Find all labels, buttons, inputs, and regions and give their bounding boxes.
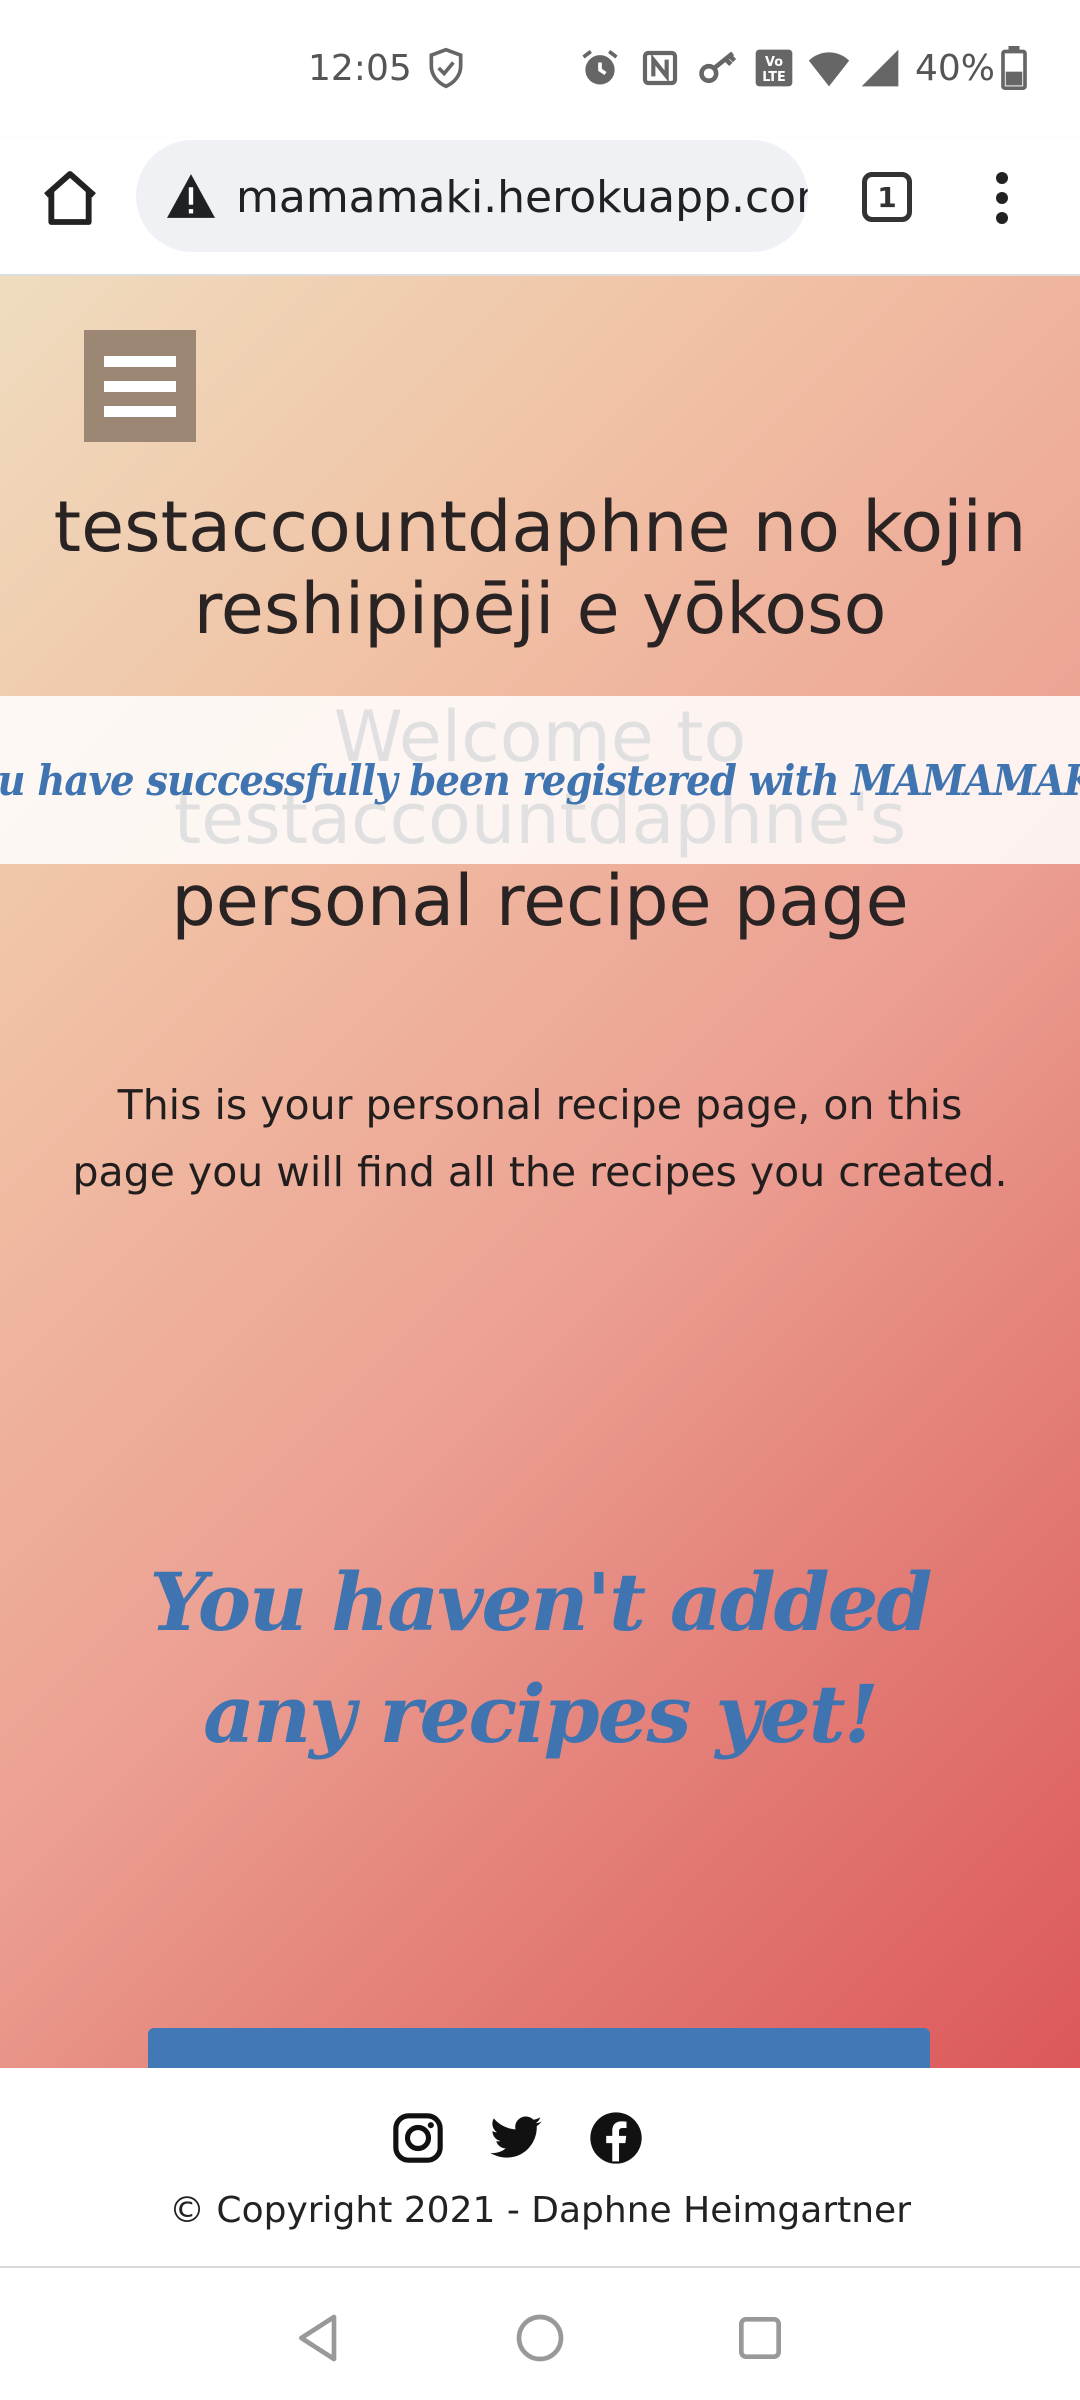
flash-message: You have successfully been registered wi… [0, 755, 1080, 805]
system-nav-bar [0, 2268, 1080, 2400]
battery-icon [1000, 46, 1028, 90]
flash-message-banner: You have successfully been registered wi… [0, 696, 1080, 864]
url-text[interactable]: mamamaki.herokuapp.com/ [236, 172, 808, 223]
alarm-icon [578, 46, 622, 90]
copyright-text: © Copyright 2021 - Daphne Heimgartner [168, 2190, 912, 2231]
hamburger-menu-icon[interactable] [84, 330, 196, 442]
status-time: 12:05 [308, 48, 412, 89]
overflow-menu-icon[interactable] [982, 168, 1022, 228]
empty-recipes-message: You haven't added any recipes yet! [149, 1555, 933, 1761]
browser-toolbar: mamamaki.herokuapp.com/ 1 [0, 138, 1080, 276]
tab-switcher-button[interactable]: 1 [862, 172, 912, 222]
nfc-icon [640, 46, 680, 90]
battery-percent: 40% [915, 48, 996, 89]
twitter-icon[interactable] [488, 2110, 544, 2166]
home-circle-icon[interactable] [512, 2310, 568, 2366]
status-bar: 12:05 Vo LTE 40% [0, 0, 1080, 138]
home-icon[interactable] [38, 166, 102, 230]
facebook-icon[interactable] [588, 2110, 644, 2166]
footer: © Copyright 2021 - Daphne Heimgartner [0, 2068, 1080, 2268]
shield-check-icon [424, 46, 468, 90]
instagram-icon[interactable] [390, 2110, 446, 2166]
key-icon [696, 46, 740, 90]
svg-text:Vo: Vo [765, 55, 783, 70]
svg-text:LTE: LTE [762, 70, 786, 85]
warning-icon[interactable] [164, 172, 218, 220]
address-bar[interactable]: mamamaki.herokuapp.com/ [136, 140, 808, 252]
recents-icon[interactable] [732, 2310, 788, 2366]
page-title-japanese: testaccountdaphne no kojin reshipipēji e… [53, 486, 1027, 650]
volte-icon: Vo LTE [752, 46, 796, 90]
back-icon[interactable] [292, 2310, 348, 2366]
wifi-icon [806, 46, 852, 90]
add-recipe-button[interactable] [148, 2028, 930, 2068]
signal-icon [858, 46, 902, 90]
intro-text: This is your personal recipe page, on th… [72, 1081, 1008, 1196]
recipe-page: testaccountdaphne no kojin reshipipēji e… [0, 276, 1080, 2068]
